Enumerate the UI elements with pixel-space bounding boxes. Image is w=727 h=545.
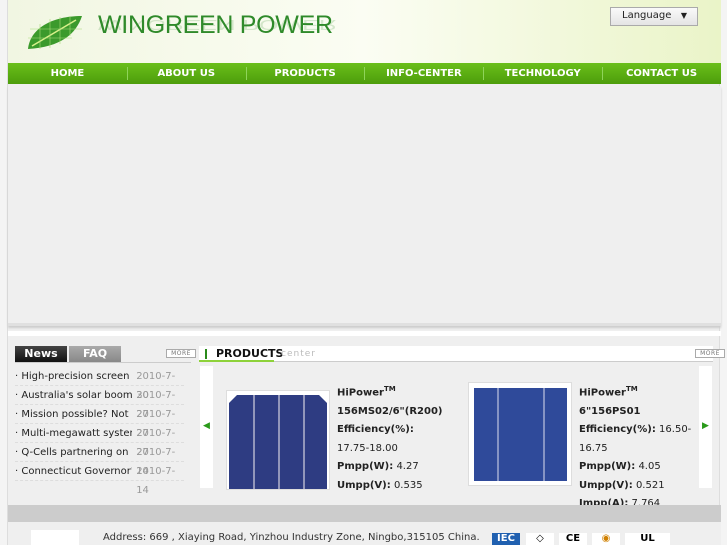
spec-row: Efficiency(%): 16.50-16.75 — [579, 424, 692, 454]
news-title[interactable]: High-precision screen p — [21, 367, 132, 385]
tab-underline — [15, 362, 191, 363]
product-name[interactable]: HiPowerTM 6"156PS01 — [579, 380, 697, 421]
language-select[interactable]: Language ▼ — [610, 7, 698, 26]
arrow-left-icon: ◀ — [203, 421, 210, 431]
products-more-button[interactable]: MORE — [695, 349, 725, 358]
news-item[interactable]: · Connecticut Governor's 2010-7-14 — [15, 462, 184, 496]
tuv-cert-icon: ◇ — [526, 533, 554, 545]
product-name[interactable]: HiPowerTM — [337, 380, 447, 403]
tab-news[interactable]: News — [15, 346, 67, 362]
news-date: 2010-7-14 — [136, 466, 176, 496]
products-title: PRODUCTS — [216, 347, 284, 360]
news-date: 2010-7-30 — [136, 371, 176, 401]
spec-row: Umpp(V): 0.521 — [579, 479, 665, 491]
next-button[interactable]: ▶ — [699, 366, 712, 488]
title-underline — [199, 360, 274, 362]
news-item[interactable]: · Q-Cells partnering on 6 2010-7-14 — [15, 443, 184, 477]
products-subtitle: center — [281, 349, 316, 359]
footer: Address: 669 , Xiaying Road, Yinzhou Ind… — [8, 522, 721, 545]
solar-cell-poly-icon — [474, 388, 567, 481]
news-item[interactable]: · Multi-megawatt systems 2010-7-27 — [15, 424, 184, 458]
iec-cert-icon: IEC — [492, 533, 520, 545]
divider — [8, 331, 721, 336]
footer-logo-icon — [31, 530, 79, 545]
tab-faq[interactable]: FAQ — [69, 346, 121, 362]
page: WINGREEN POWER WINGREEN POWER Language ▼ … — [7, 0, 725, 545]
nav-home[interactable]: HOME — [8, 63, 127, 84]
main-nav: HOME ABOUT US PRODUCTS INFO-CENTER TECHN… — [8, 63, 721, 84]
news-date: 2010-7-27 — [136, 428, 176, 458]
news-title[interactable]: Australia's solar boom — [21, 386, 132, 404]
language-label: Language — [622, 10, 672, 21]
leaf-logo-icon — [28, 16, 82, 49]
dropdown-arrow-icon: ▼ — [680, 11, 687, 20]
footer-address: Address: 669 , Xiaying Road, Yinzhou Ind… — [103, 532, 480, 543]
product-image-poly[interactable] — [468, 382, 572, 486]
news-more-button[interactable]: MORE — [166, 349, 196, 358]
arrow-right-icon: ▶ — [702, 421, 709, 431]
products-carousel: ◀ ▶ HiPowerTM 156MS02/6"(R200) Efficienc… — [200, 366, 714, 509]
nav-about-us[interactable]: ABOUT US — [126, 63, 246, 84]
solar-cell-mono-icon — [229, 395, 327, 489]
spec-row: Umpp(V): 0.535 — [337, 479, 423, 491]
nav-contact-us[interactable]: CONTACT US — [602, 63, 721, 84]
products-header: PRODUCTS center — [199, 346, 713, 362]
quality-cert-icon: ◉ — [592, 533, 620, 545]
ce-cert-icon: CE — [559, 533, 587, 545]
news-title[interactable]: Multi-megawatt systems — [21, 424, 132, 442]
ul-cert-icon: UL — [625, 533, 670, 545]
spec-row: Efficiency(%): 17.75-18.00 — [337, 424, 414, 454]
product-image-mono[interactable] — [226, 390, 330, 490]
nav-technology[interactable]: TECHNOLOGY — [483, 63, 602, 84]
nav-info-center[interactable]: INFO-CENTER — [364, 63, 483, 84]
header: WINGREEN POWER WINGREEN POWER Language ▼ — [8, 0, 721, 63]
prev-button[interactable]: ◀ — [200, 366, 213, 488]
header-marker — [205, 349, 207, 359]
nav-products[interactable]: PRODUCTS — [245, 63, 365, 84]
product-info: HiPowerTM 156MS02/6"(R200) Efficiency(%)… — [337, 380, 447, 495]
news-item[interactable]: · High-precision screen p 2010-7-30 — [15, 367, 184, 401]
news-item[interactable]: · Australia's solar boom 2010-7-27 — [15, 386, 184, 420]
product-info: HiPowerTM 6"156PS01 Efficiency(%): 16.50… — [579, 380, 697, 514]
banner-area — [8, 86, 721, 326]
news-title[interactable]: Q-Cells partnering on 6 — [21, 443, 132, 461]
news-date: 2010-7-27 — [136, 409, 176, 439]
news-item[interactable]: · Mission possible? Not y 2010-7-27 — [15, 405, 184, 439]
footer-bar — [8, 505, 721, 522]
news-list: · High-precision screen p 2010-7-30 · Aus… — [15, 367, 184, 496]
news-title[interactable]: Mission possible? Not y — [21, 405, 132, 423]
brand-reflection: WINGREEN POWER — [98, 16, 337, 33]
spec-row: Pmpp(W): 4.05 — [579, 461, 661, 473]
spec-row: Pmpp(W): 4.27 — [337, 461, 419, 473]
product-model: 156MS02/6"(R200) — [337, 405, 443, 417]
news-title[interactable]: Connecticut Governor's — [21, 462, 132, 480]
news-date: 2010-7-14 — [136, 447, 176, 477]
news-date: 2010-7-27 — [136, 390, 176, 420]
